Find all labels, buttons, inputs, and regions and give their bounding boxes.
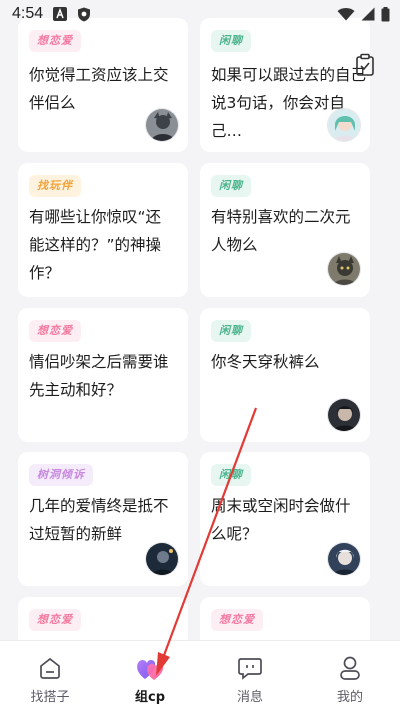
post-card[interactable]: 闲聊 你冬天穿秋裤么	[200, 308, 370, 442]
post-title: 你冬天穿秋裤么	[211, 353, 320, 371]
post-tag: 闲聊	[211, 30, 251, 52]
post-card[interactable]: 想恋爱	[18, 597, 188, 640]
message-icon	[235, 654, 265, 682]
shield-icon	[77, 7, 91, 22]
post-title: 几年的爱情终是抵不过短暂的新鲜	[29, 497, 169, 543]
a-notification-icon	[53, 7, 68, 21]
clipboard-icon[interactable]	[352, 52, 378, 78]
post-card[interactable]: 想恋爱	[200, 597, 370, 640]
bottom-navigation: 找搭子 组cp 消息 我的	[0, 640, 400, 711]
post-title: 有特别喜欢的二次元人物么	[211, 208, 351, 254]
avatar[interactable]	[327, 398, 361, 432]
avatar[interactable]	[145, 542, 179, 576]
post-card[interactable]: 树洞倾诉 几年的爱情终是抵不过短暂的新鲜	[18, 452, 188, 586]
nav-item-find-partner[interactable]: 找搭子	[0, 641, 100, 711]
nav-label: 消息	[236, 690, 263, 705]
nav-item-profile[interactable]: 我的	[300, 641, 400, 711]
post-tag: 闲聊	[211, 175, 251, 197]
post-title: 情侣吵架之后需要谁先主动和好？	[29, 353, 169, 399]
nav-label: 找搭子	[30, 690, 70, 705]
status-time: 4:54	[12, 5, 44, 22]
avatar[interactable]	[327, 252, 361, 286]
nav-label: 我的	[336, 690, 363, 705]
nav-item-messages[interactable]: 消息	[200, 641, 300, 711]
avatar[interactable]	[327, 108, 361, 142]
post-tag: 想恋爱	[29, 320, 81, 342]
post-card[interactable]: 闲聊 有特别喜欢的二次元人物么	[200, 163, 370, 297]
post-tag: 树洞倾诉	[29, 464, 93, 486]
nav-item-cp[interactable]: 组cp	[100, 641, 200, 711]
post-tag: 闲聊	[211, 320, 251, 342]
post-tag: 找玩伴	[29, 175, 81, 197]
post-tag: 闲聊	[211, 464, 251, 486]
post-card[interactable]: 闲聊 如果可以跟过去的自己说3句话，你会对自己…	[200, 18, 370, 152]
profile-icon	[335, 654, 365, 682]
post-title: 有哪些让你惊叹“还能这样的？”的神操作？	[29, 208, 162, 282]
post-title: 周末或空闲时会做什么呢？	[211, 497, 351, 543]
status-bar: 4:54	[0, 0, 400, 28]
heart-pair-icon	[135, 654, 165, 682]
post-card[interactable]: 想恋爱 你觉得工资应该上交伴侣么	[18, 18, 188, 152]
post-card[interactable]: 想恋爱 情侣吵架之后需要谁先主动和好？	[18, 308, 188, 442]
avatar[interactable]	[145, 108, 179, 142]
post-tag: 想恋爱	[29, 609, 81, 631]
post-title: 你觉得工资应该上交伴侣么	[29, 66, 169, 112]
battery-icon	[381, 6, 390, 22]
wifi-icon	[337, 7, 355, 21]
cellular-signal-icon	[361, 7, 375, 21]
post-tag: 想恋爱	[211, 609, 263, 631]
post-tag: 想恋爱	[29, 30, 81, 52]
post-feed[interactable]: 想恋爱 你觉得工资应该上交伴侣么 闲聊 如果可以跟过去的自己说3句话，你会对自己…	[0, 0, 400, 640]
avatar[interactable]	[327, 542, 361, 576]
post-card[interactable]: 闲聊 周末或空闲时会做什么呢？	[200, 452, 370, 586]
post-card[interactable]: 找玩伴 有哪些让你惊叹“还能这样的？”的神操作？	[18, 163, 188, 297]
home-icon	[35, 654, 65, 682]
nav-label: 组cp	[134, 690, 165, 705]
